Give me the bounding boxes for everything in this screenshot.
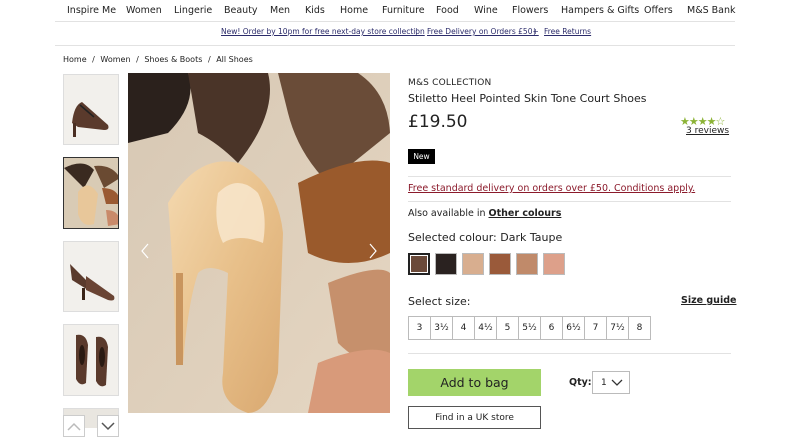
colour-swatch-nude[interactable] [462,253,484,275]
size-option[interactable]: 6½ [562,316,585,340]
product-thumbnail-1[interactable] [63,74,119,145]
nav-item-lingerie[interactable]: Lingerie [174,5,212,16]
info-divider [408,353,731,354]
also-available-label: Also available in [408,208,486,219]
size-guide-link[interactable]: Size guide [681,295,736,306]
reviews-link[interactable]: 3 reviews [686,126,729,136]
thumbnail-scroll-up-button[interactable] [63,415,85,437]
add-to-bag-button[interactable]: Add to bag [408,369,541,396]
breadcrumb-all-shoes[interactable]: All Shoes [216,55,253,64]
size-option[interactable]: 5 [496,316,519,340]
chevron-down-icon [611,379,623,386]
nav-item-kids[interactable]: Kids [305,5,325,16]
size-option[interactable]: 6 [540,316,563,340]
size-option[interactable]: 4½ [474,316,497,340]
thumbnail-scroll-down-button[interactable] [97,415,119,437]
promo-strip: New! Order by 10pm for free next-day sto… [0,27,790,41]
also-available: Also available in Other colours [408,208,561,219]
colour-swatch-tan[interactable] [489,253,511,275]
size-option[interactable]: 3 [408,316,431,340]
nav-item-food[interactable]: Food [436,5,459,16]
product-brand: M&S COLLECTION [408,78,492,88]
chevron-down-icon [101,422,115,431]
size-option[interactable]: 7 [584,316,607,340]
promo-free-delivery-link[interactable]: Free Delivery on Orders £50+ [427,27,539,36]
nav-item-ms-bank[interactable]: M&S Bank [687,5,736,16]
shoe-product-photo [128,73,390,413]
breadcrumb-separator: / [136,55,139,64]
promo-free-returns-link[interactable]: Free Returns [544,27,591,36]
breadcrumb-women[interactable]: Women [100,55,130,64]
breadcrumb-home[interactable]: Home [63,55,87,64]
chevron-up-icon [67,422,81,431]
breadcrumb-separator: / [207,55,211,64]
colour-swatch-blush[interactable] [543,253,565,275]
chevron-right-icon[interactable] [368,243,378,259]
quantity-label: Qty: [569,377,592,388]
swatch-fill [517,254,537,274]
colour-swatch-dark-taupe[interactable] [408,253,430,275]
thumbnail-shoe-image [64,242,118,311]
swatch-fill [436,254,456,274]
info-divider [408,201,731,202]
promo-separator: | [415,27,418,36]
thumbnail-shoe-image [64,75,118,144]
nav-item-home[interactable]: Home [340,5,368,16]
thumbnail-shoe-image [64,325,118,395]
nav-item-inspire-me[interactable]: Inspire Me [67,5,116,16]
nav-item-flowers[interactable]: Flowers [512,5,548,16]
promo-next-day-link[interactable]: New! Order by 10pm for free next-day sto… [221,27,425,36]
size-option[interactable]: 3½ [430,316,453,340]
product-thumbnail-4[interactable] [63,324,119,396]
other-colours-link[interactable]: Other colours [489,208,562,219]
select-size-label: Select size: [408,295,471,308]
chevron-left-icon[interactable] [140,243,150,259]
size-option[interactable]: 8 [628,316,651,340]
size-option[interactable]: 4 [452,316,475,340]
thumbnail-shoe-image [64,158,118,228]
nav-item-offers[interactable]: Offers [644,5,673,16]
main-product-image[interactable] [128,73,390,413]
colour-swatch-caramel[interactable] [516,253,538,275]
breadcrumb-separator: / [92,55,95,64]
promo-separator: | [533,27,536,36]
nav-item-men[interactable]: Men [270,5,290,16]
delivery-conditions-link[interactable]: Free standard delivery on orders over £5… [408,183,695,194]
nav-item-furniture[interactable]: Furniture [382,5,425,16]
promo-divider [55,45,735,46]
swatch-fill [411,256,427,272]
breadcrumb: Home / Women / Shoes & Boots / All Shoes [63,55,256,64]
top-navigation: Inspire Me Women Lingerie Beauty Men Kid… [0,0,790,22]
product-thumbnail-3[interactable] [63,241,119,312]
nav-item-women[interactable]: Women [126,5,162,16]
nav-item-hampers-gifts[interactable]: Hampers & Gifts [561,5,639,16]
swatch-fill [490,254,510,274]
swatch-fill [544,254,564,274]
new-badge: New [408,149,435,164]
find-in-store-button[interactable]: Find in a UK store [408,406,541,429]
quantity-select[interactable]: 1 [592,371,630,394]
nav-divider [55,21,735,22]
product-title: Stiletto Heel Pointed Skin Tone Court Sh… [408,92,647,105]
nav-item-wine[interactable]: Wine [474,5,498,16]
nav-item-beauty[interactable]: Beauty [224,5,258,16]
product-price: £19.50 [408,112,468,132]
breadcrumb-shoes-boots[interactable]: Shoes & Boots [144,55,202,64]
quantity-value: 1 [601,377,607,388]
size-options: 3 3½ 4 4½ 5 5½ 6 6½ 7 7½ 8 [408,316,651,340]
size-option[interactable]: 7½ [606,316,629,340]
selected-colour-label: Selected colour: Dark Taupe [408,231,563,244]
swatch-fill [463,254,483,274]
product-thumbnail-2[interactable] [63,157,119,229]
info-divider [408,176,731,177]
size-option[interactable]: 5½ [518,316,541,340]
colour-swatch-black[interactable] [435,253,457,275]
